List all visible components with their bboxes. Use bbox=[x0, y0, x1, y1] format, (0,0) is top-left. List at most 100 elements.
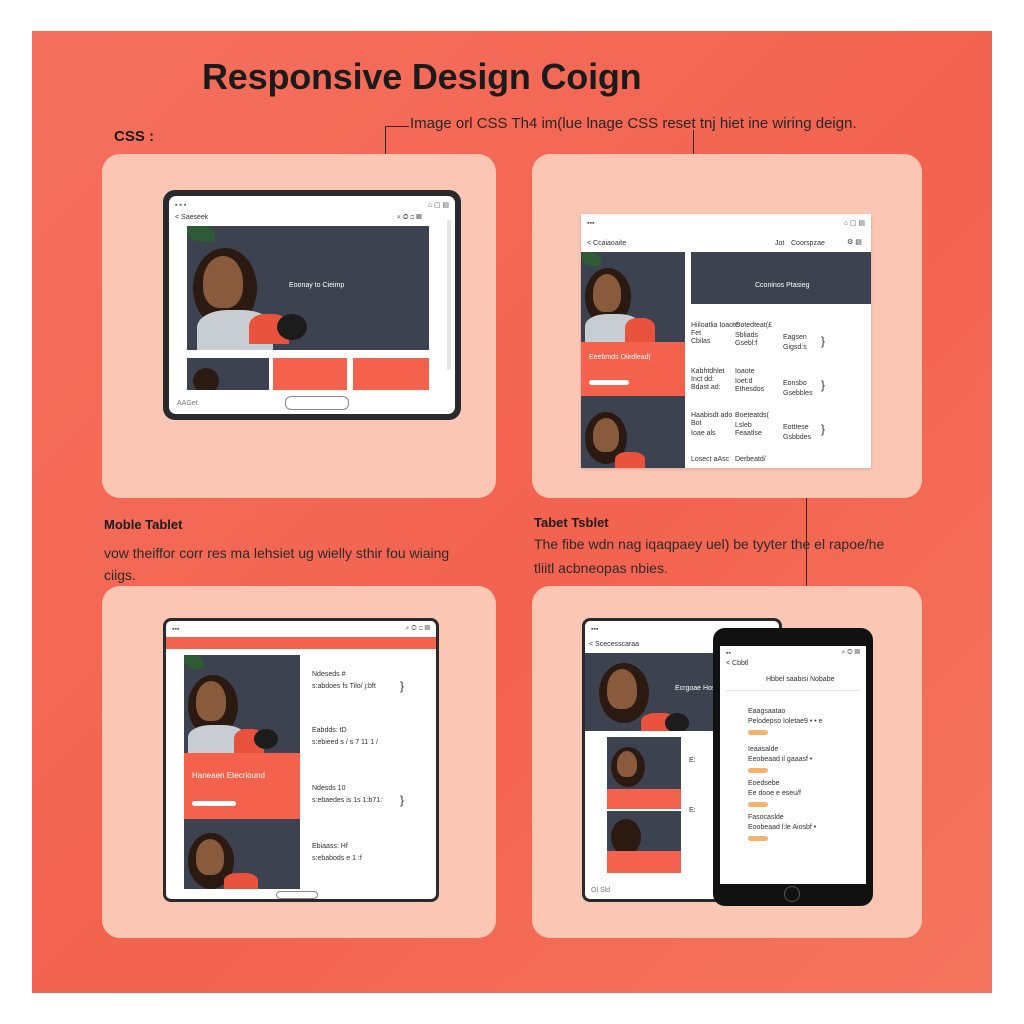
row-3-b: s:ebaedes is 1s 1:b71: bbox=[312, 797, 383, 804]
phone-row-3-b: Ee dooe e eseu/f bbox=[748, 790, 801, 797]
row-1-d: Sbliads bbox=[735, 332, 758, 339]
hero-image-1 bbox=[581, 252, 685, 342]
tablet-tablet-desc-line1: The fibe wdn nag iqaqpaey uel) be tyyter… bbox=[534, 536, 885, 552]
row-1-g: Eagsen bbox=[783, 334, 807, 341]
mobile-tablet-desc-line2: ciigs. bbox=[104, 567, 136, 583]
phone-row-3-a: Eoedsebe bbox=[748, 780, 780, 787]
row-3-d: Lsleb bbox=[735, 422, 752, 429]
side-text-2: E: bbox=[689, 807, 696, 814]
bottom-label: AAGet bbox=[177, 400, 198, 407]
row-4-a: Losect aAsc bbox=[691, 456, 730, 463]
mobile-tablet-label: Moble Tablet bbox=[104, 517, 183, 532]
tablet-tablet-desc-line2: tliitl acbneopas nbies. bbox=[534, 560, 668, 576]
phone-row-4-tag bbox=[748, 836, 768, 841]
phone-row-3-tag bbox=[748, 802, 768, 807]
row-3-a: Ndesds 10 bbox=[312, 785, 346, 792]
row-3-e: Ioae als bbox=[691, 430, 716, 437]
phone-divider bbox=[726, 690, 860, 691]
phone-row-1-a: Eaagsaatao bbox=[748, 708, 786, 715]
row-3-c: Bot bbox=[691, 420, 702, 427]
card-3[interactable] bbox=[353, 358, 429, 390]
tablet-screen: ▪▪▪ ⌕ ◎ ◻ ▤ Haneaen Etecriound Ndeseds # … bbox=[166, 621, 436, 899]
row-2-brace: } bbox=[821, 378, 826, 392]
desktop-screen: ▪▪▪ ⌂ ▢ ▤ < Ccaiaoaite Jot Coorspzae ⚙ ▤ … bbox=[581, 214, 871, 468]
row-1-b: Ootedteat(£ bbox=[735, 322, 772, 329]
css-label: CSS : bbox=[114, 128, 155, 145]
scrollbar[interactable] bbox=[447, 220, 451, 370]
row-1-a: Hiiloatlia Ioaote bbox=[691, 322, 739, 329]
row-4-a: Ebiaass: Hf bbox=[312, 843, 348, 850]
row-3-brace: } bbox=[400, 793, 405, 807]
row-2-b: s:ebieed s / s 7 11 1 / bbox=[312, 739, 379, 746]
row-1-brace: } bbox=[400, 679, 405, 693]
row-3-h: Gsbbdes bbox=[783, 434, 812, 441]
coral-card bbox=[581, 342, 685, 396]
callout-connector-left-h bbox=[385, 126, 409, 128]
row-1-b: s:abdoes fs Tilo/ j:bft bbox=[312, 683, 376, 690]
row-3-b: Boeteatds( bbox=[735, 412, 769, 419]
row-2-a: Eabdds: tD bbox=[312, 727, 347, 734]
thumb-2-caption bbox=[607, 851, 681, 873]
side-text-1: E: bbox=[689, 757, 696, 764]
row-2-f: Ethesdos bbox=[735, 386, 765, 393]
row-2-e: Bdast ad: bbox=[691, 384, 721, 391]
home-slider[interactable] bbox=[285, 396, 349, 410]
phone-row-1-tag bbox=[748, 730, 768, 735]
row-2-h: Gsebbles bbox=[783, 390, 813, 397]
coral-button[interactable] bbox=[589, 380, 629, 385]
mobile-tablet-desc-line1: vow theiffor corr res ma lehsiet ug wiel… bbox=[104, 545, 450, 561]
row-3-a: Haabisdt ado bbox=[691, 412, 733, 419]
url-text[interactable]: < Saeseek bbox=[175, 214, 208, 221]
coral-button[interactable] bbox=[192, 801, 236, 806]
phone-title: Hbbel saabisi Nobabe bbox=[766, 676, 835, 683]
status-bar: ▪▪ ⌕ ◎ ▤ bbox=[726, 649, 860, 657]
nav-link-2[interactable]: Coorspzae bbox=[791, 240, 825, 247]
thumbnail-1[interactable] bbox=[187, 358, 269, 390]
home-slider[interactable] bbox=[276, 891, 318, 899]
status-bar: ▪ ▪ ▪ ⌂ ▢ ▤ bbox=[175, 201, 449, 210]
toolbar-icons[interactable]: ⌕ ◎ ◻ ▤ bbox=[397, 214, 422, 222]
row-2-a: Kabhtdhlet bbox=[691, 368, 725, 375]
phone-home-button[interactable] bbox=[784, 886, 800, 902]
row-1-e: Cbilas bbox=[691, 338, 711, 345]
status-bar: ▪▪▪ ⌂ ▢ ▤ bbox=[587, 219, 865, 228]
phone-row-2-tag bbox=[748, 768, 768, 773]
hero-image-2 bbox=[581, 396, 685, 468]
row-2-d: Ioet:d bbox=[735, 378, 753, 385]
thumb-1-caption bbox=[607, 789, 681, 809]
header-bar bbox=[166, 637, 436, 649]
url-text[interactable]: < Scecesscaraa bbox=[589, 641, 639, 648]
hero-banner bbox=[691, 252, 871, 304]
url-text[interactable]: < Ccaiaoaite bbox=[587, 240, 626, 247]
coral-text: Haneaen Etecriound bbox=[192, 771, 265, 780]
row-1-a: Ndeseds # bbox=[312, 671, 346, 678]
diagram-title: Responsive Design Coign bbox=[202, 56, 642, 97]
phone-row-2-b: Eeobeaad il gaaasf • bbox=[748, 756, 813, 763]
card-2[interactable] bbox=[273, 358, 347, 390]
callout-text: Image orl CSS Th4 im(lue lnage CSS reset… bbox=[410, 115, 857, 132]
row-3-g: Eotttese bbox=[783, 424, 809, 431]
row-4-b: Derbeatd/ bbox=[735, 456, 766, 463]
gear-icon[interactable]: ⚙ ▤ bbox=[847, 238, 862, 246]
hero-text: Cconinos Ptasieg bbox=[755, 282, 810, 289]
hero-text: Eoonay to Cieimp bbox=[289, 282, 345, 289]
phone-row-4-a: Fasocaslde bbox=[748, 814, 784, 821]
bottom-label: Ol Sld bbox=[591, 887, 611, 894]
tablet-screen: ▪ ▪ ▪ ⌂ ▢ ▤ < Saeseek ⌕ ◎ ◻ ▤ Eoonay to C… bbox=[169, 196, 455, 414]
row-3-f: Feaatlse bbox=[735, 430, 762, 437]
phone-row-4-b: Eoobeaad l:le Aiosbf • bbox=[748, 824, 817, 831]
hero-image-2 bbox=[184, 819, 300, 889]
tablet-tablet-label: Tabet Tsblet bbox=[534, 515, 609, 530]
coral-text: Eeebmds Oiirdlead( bbox=[589, 354, 651, 361]
row-1-f: Gsebl:f bbox=[735, 340, 758, 347]
row-1-h: Gigsd:s bbox=[783, 344, 807, 351]
row-3-brace: } bbox=[821, 422, 826, 436]
nav-link-1[interactable]: Jot bbox=[775, 240, 784, 247]
row-4-b: s:ebabods e 1 :f bbox=[312, 855, 362, 862]
row-2-c: Inct dd: bbox=[691, 376, 714, 383]
phone-row-1-b: Pelodepso Ioletae9 • • e bbox=[748, 718, 823, 725]
coral-card bbox=[184, 753, 300, 819]
row-1-c: Fet bbox=[691, 330, 702, 337]
row-1-brace: } bbox=[821, 334, 826, 348]
phone-url[interactable]: < Cbbtl bbox=[726, 660, 748, 667]
